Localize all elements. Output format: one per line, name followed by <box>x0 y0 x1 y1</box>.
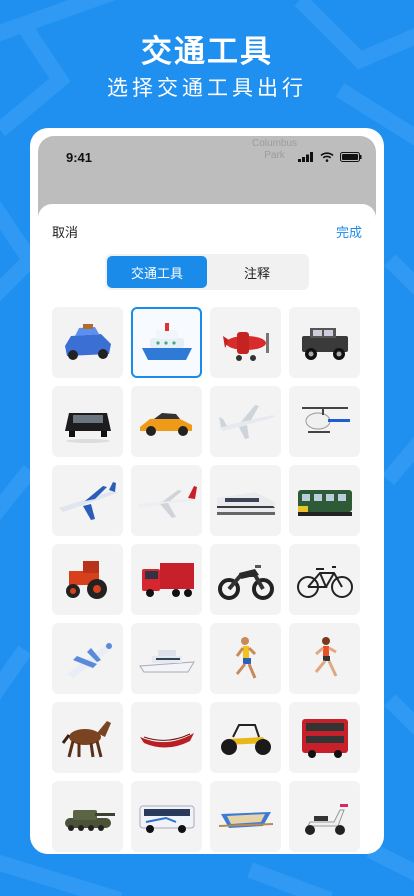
cancel-button[interactable]: 取消 <box>52 222 78 241</box>
tank-icon <box>64 809 115 831</box>
vehicle-ship[interactable] <box>131 307 202 378</box>
status-time: 9:41 <box>66 150 93 165</box>
vehicle-double-decker-bus[interactable] <box>289 702 360 773</box>
vehicle-sports-car[interactable] <box>131 386 202 457</box>
vehicle-bicycle[interactable] <box>289 544 360 615</box>
vehicle-cartoon-plane[interactable] <box>52 623 123 694</box>
cartoon-plane-icon <box>66 642 113 678</box>
map-label-line2: Park <box>264 150 285 161</box>
green-train-icon <box>297 489 352 516</box>
scooter-icon <box>304 803 348 835</box>
vehicle-yacht[interactable] <box>131 623 202 694</box>
motorcycle-icon <box>217 564 274 600</box>
rowboat-icon <box>218 811 273 828</box>
vehicle-blue-jet[interactable] <box>52 465 123 536</box>
vehicle-helicopter[interactable] <box>289 386 360 457</box>
helicopter-icon <box>301 406 350 433</box>
ship-icon <box>141 322 192 360</box>
sports-car-icon <box>139 412 192 436</box>
vehicle-rowboat[interactable] <box>210 781 281 852</box>
vehicle-scooter[interactable] <box>289 781 360 852</box>
propeller-plane-icon <box>222 331 269 361</box>
status-icons <box>298 152 362 162</box>
map-label: Columbus Park <box>252 138 297 162</box>
vehicle-black-suv[interactable] <box>52 386 123 457</box>
vehicle-tractor[interactable] <box>52 544 123 615</box>
vehicle-red-tail-jet[interactable] <box>131 465 202 536</box>
truck-icon <box>141 562 194 597</box>
vehicle-jeep[interactable] <box>289 307 360 378</box>
vehicle-canoe[interactable] <box>131 702 202 773</box>
dune-buggy-icon <box>220 723 271 755</box>
vehicle-runner-woman[interactable] <box>289 623 360 694</box>
vehicle-red-truck[interactable] <box>131 544 202 615</box>
blue-jet-icon <box>58 481 117 520</box>
vehicle-motorcycle[interactable] <box>210 544 281 615</box>
hero-title: 交通工具 <box>141 34 273 70</box>
vehicle-horse[interactable] <box>52 702 123 773</box>
map-label-line1: Columbus <box>252 138 298 149</box>
bullet-train-icon <box>216 491 275 515</box>
vehicle-green-train[interactable] <box>289 465 360 536</box>
vehicle-tank[interactable] <box>52 781 123 852</box>
horse-icon <box>61 720 111 757</box>
jeep-icon <box>301 327 348 360</box>
suv-icon <box>64 412 111 443</box>
segmented-control: 交通工具 注释 <box>105 254 309 290</box>
coach-bus-icon <box>139 805 194 833</box>
airliner-icon <box>218 404 275 439</box>
vehicle-runner-man[interactable] <box>210 623 281 694</box>
canoe-icon <box>139 732 194 748</box>
vehicle-airliner[interactable] <box>210 386 281 457</box>
hero-subtitle: 选择交通工具出行 <box>107 76 307 100</box>
yacht-icon <box>138 649 195 672</box>
vehicle-propeller-plane[interactable] <box>210 307 281 378</box>
bicycle-icon <box>296 565 353 598</box>
tab-vehicles[interactable]: 交通工具 <box>107 256 207 288</box>
tractor-icon <box>65 560 107 599</box>
vehicle-toy-car[interactable] <box>52 307 123 378</box>
picker-sheet: 取消 完成 交通工具 注释 <box>38 204 376 854</box>
runner-man-icon <box>235 636 256 679</box>
signal-icon <box>298 152 313 162</box>
double-decker-bus-icon <box>301 718 348 758</box>
phone-mockup: 9:41 Columbus Park 取消 完成 交通工具 注释 <box>30 128 384 854</box>
vehicle-grid <box>52 307 362 852</box>
battery-icon <box>340 152 362 162</box>
red-tail-jet-icon <box>137 485 197 518</box>
vehicle-dune-buggy[interactable] <box>210 702 281 773</box>
tab-notes[interactable]: 注释 <box>207 256 307 288</box>
toy-car-icon <box>64 323 111 360</box>
done-button[interactable]: 完成 <box>336 222 362 241</box>
wifi-icon <box>320 152 334 162</box>
vehicle-coach-bus[interactable] <box>131 781 202 852</box>
runner-woman-icon <box>314 636 337 677</box>
vehicle-bullet-train[interactable] <box>210 465 281 536</box>
